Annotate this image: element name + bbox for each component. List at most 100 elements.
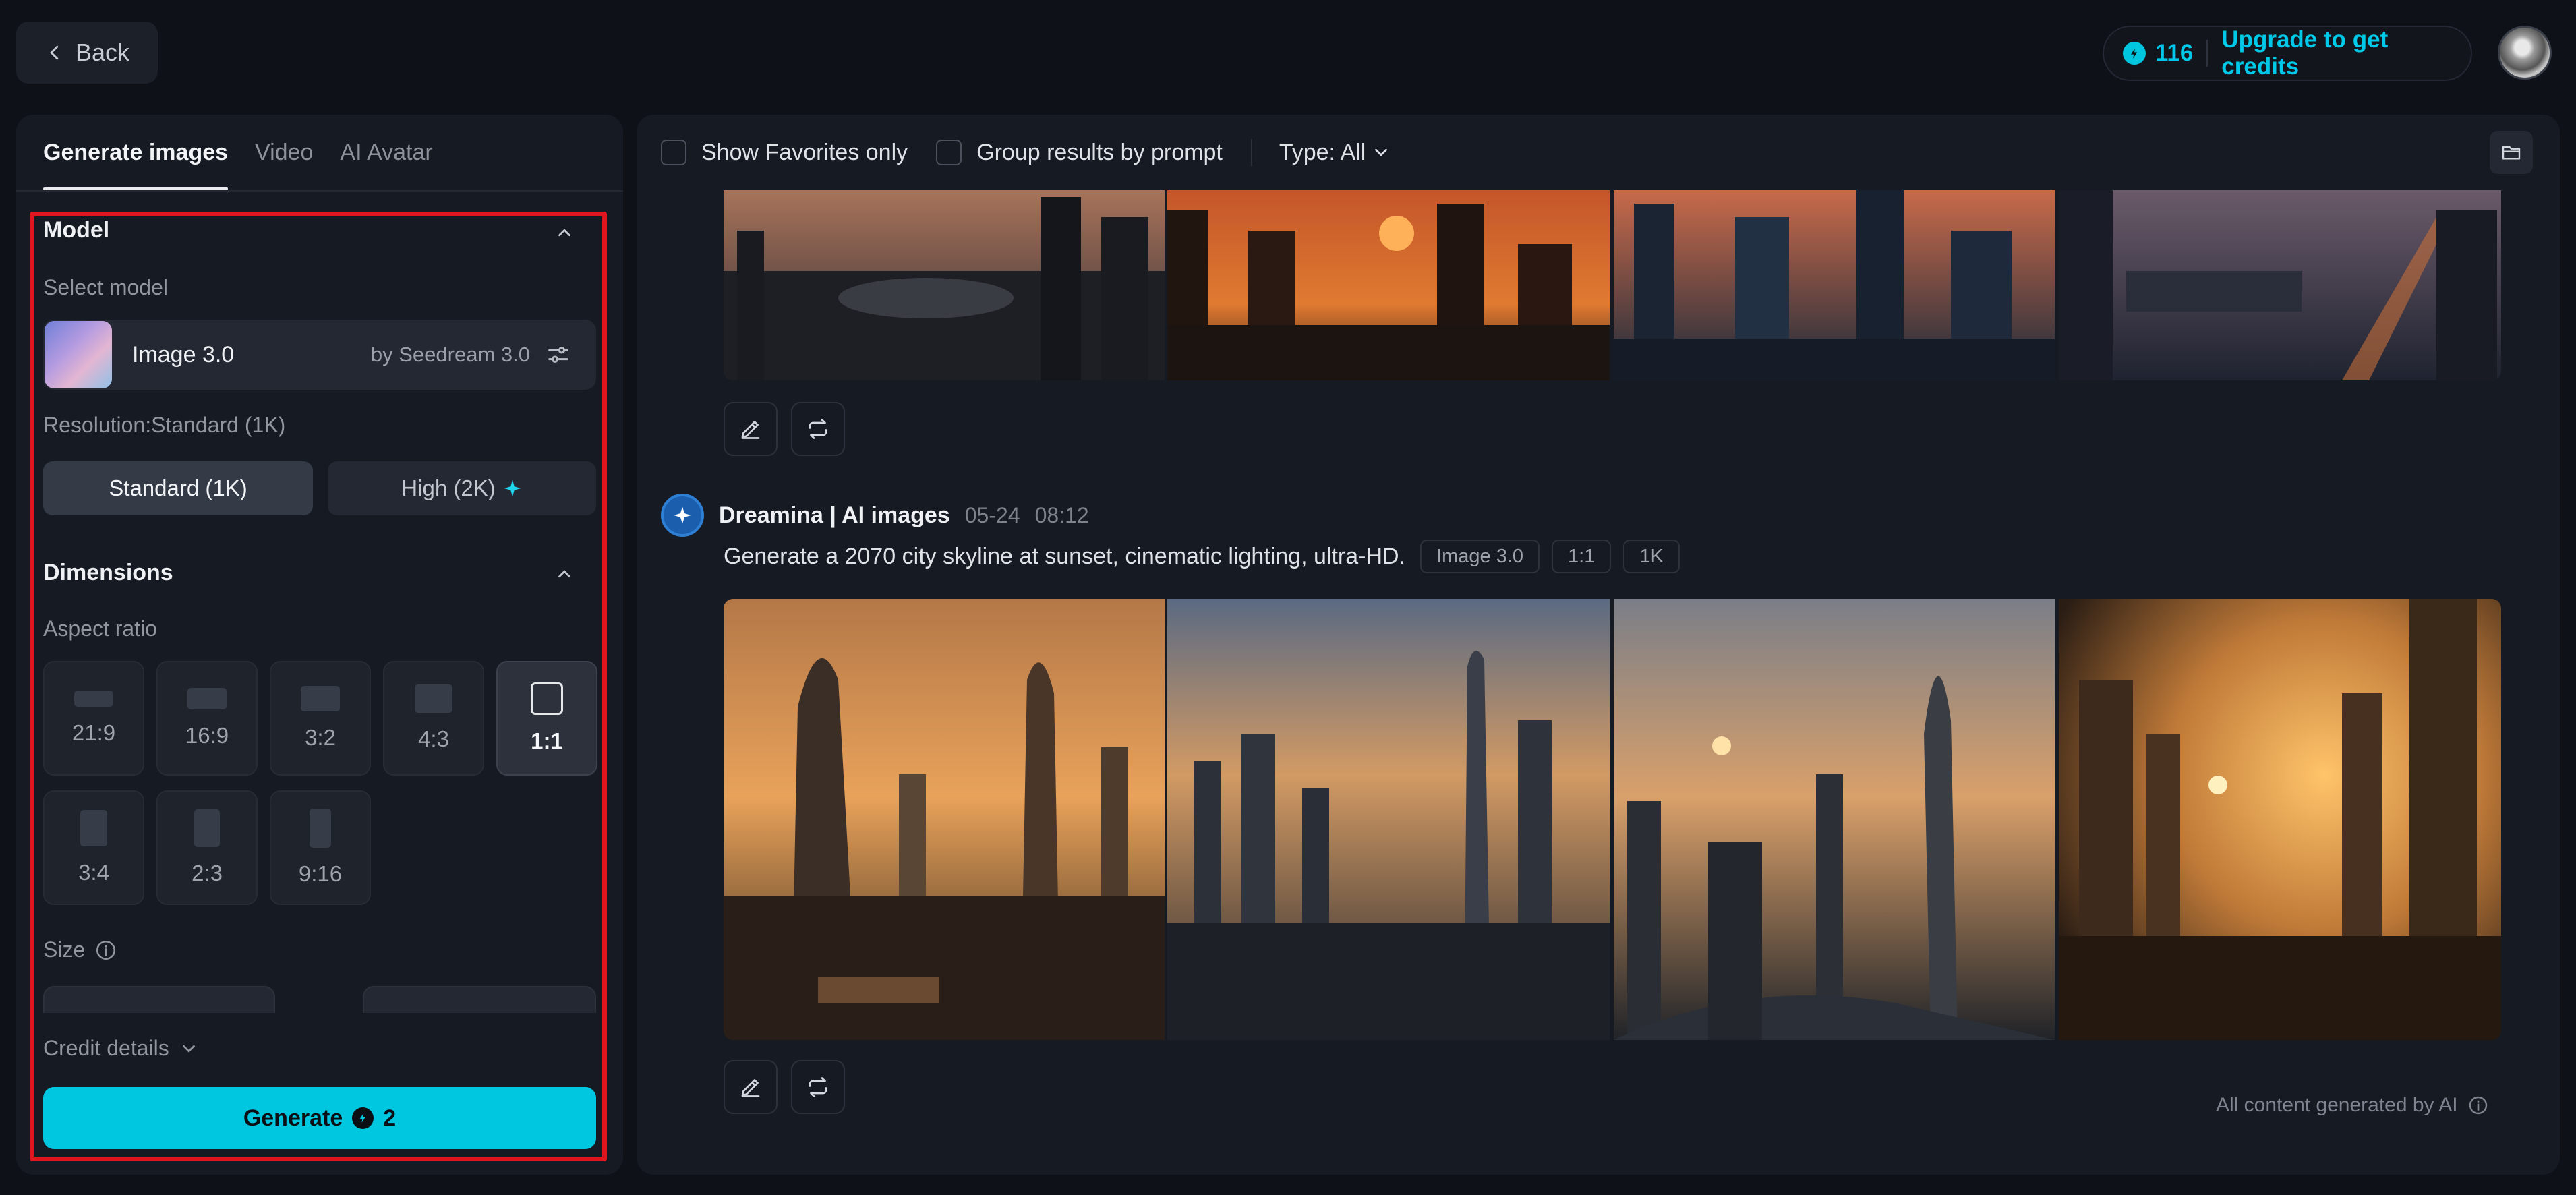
info-icon[interactable] xyxy=(2467,1095,2489,1116)
folder-icon xyxy=(2502,146,2521,160)
toolbar-divider xyxy=(1250,139,1252,166)
result-image[interactable] xyxy=(1167,599,1610,1040)
city-image xyxy=(2059,599,2501,1040)
ratio-shape-icon xyxy=(310,809,331,848)
generation-header: Dreamina | AI images 05-24 08:12 xyxy=(661,494,1089,537)
user-avatar[interactable] xyxy=(2498,26,2552,80)
edit-button[interactable] xyxy=(724,402,778,456)
aspect-ratio-label: Aspect ratio xyxy=(43,616,157,641)
aspect-ratio-1-1[interactable]: 1:1 xyxy=(496,661,597,776)
model-name: Image 3.0 xyxy=(132,341,235,368)
credits-count: 116 xyxy=(2155,40,2194,66)
favorites-checkbox[interactable] xyxy=(661,140,686,165)
back-button[interactable]: Back xyxy=(16,22,158,84)
result-image[interactable] xyxy=(2059,190,2501,380)
chevron-up-icon[interactable] xyxy=(554,223,575,243)
size-width-input[interactable] xyxy=(43,986,275,1013)
regenerate-button[interactable] xyxy=(791,402,845,456)
result-image[interactable] xyxy=(1614,599,2055,1040)
size-height-input[interactable] xyxy=(363,986,596,1013)
city-image xyxy=(724,190,1165,380)
ratio-label: 21:9 xyxy=(71,720,116,745)
tab-video[interactable]: Video xyxy=(255,115,313,190)
prompt-text[interactable]: Generate a 2070 city skyline at sunset, … xyxy=(724,544,1405,570)
result-image[interactable] xyxy=(2059,599,2501,1040)
mode-tabs: Generate images Video AI Avatar xyxy=(43,115,433,190)
resolution-high-button[interactable]: High (2K) xyxy=(328,461,596,515)
city-image xyxy=(1614,599,2055,1040)
ratio-label: 9:16 xyxy=(298,861,343,886)
generate-button[interactable]: Generate 2 xyxy=(43,1087,596,1149)
sparkle-icon xyxy=(504,479,521,497)
aspect-ratio-21-9[interactable]: 21:9 xyxy=(43,661,144,776)
aspect-ratio-3-2[interactable]: 3:2 xyxy=(270,661,371,776)
size-header: Size xyxy=(43,937,117,962)
tab-ai-avatar[interactable]: AI Avatar xyxy=(340,115,432,190)
edit-button[interactable] xyxy=(724,1060,778,1114)
aspect-ratio-2-3[interactable]: 2:3 xyxy=(156,790,258,905)
credit-details-label: Credit details xyxy=(43,1036,169,1060)
settings-sliders-icon[interactable] xyxy=(545,341,572,368)
chevron-left-icon xyxy=(50,45,59,60)
ratio-label: 3:4 xyxy=(78,860,109,885)
group-filter[interactable]: Group results by prompt xyxy=(936,140,1223,166)
favorites-label: Show Favorites only xyxy=(701,139,908,165)
result-image[interactable] xyxy=(724,599,1165,1040)
city-image xyxy=(2059,190,2501,380)
ratio-shape-icon xyxy=(74,691,113,707)
chevron-down-icon xyxy=(182,1045,195,1053)
type-filter-label: Type: All xyxy=(1279,139,1366,165)
ratio-label: 3:2 xyxy=(305,725,336,750)
city-image xyxy=(724,599,1165,1040)
regenerate-button[interactable] xyxy=(791,1060,845,1114)
pill-divider xyxy=(2206,40,2208,67)
group-label: Group results by prompt xyxy=(976,139,1223,165)
aspect-ratio-3-4[interactable]: 3:4 xyxy=(43,790,144,905)
resolution-label: Resolution:Standard (1K) xyxy=(43,413,286,437)
dreamina-logo-icon xyxy=(661,494,704,537)
model-provider: by Seedream 3.0 xyxy=(370,343,530,366)
ratio-shape-icon xyxy=(80,810,107,846)
aspect-ratio-16-9[interactable]: 16:9 xyxy=(156,661,258,776)
pencil-icon xyxy=(741,1079,760,1097)
info-icon[interactable] xyxy=(94,939,117,962)
credit-details-toggle[interactable]: Credit details xyxy=(43,1036,199,1061)
pencil-icon xyxy=(741,421,760,439)
ratio-label: 2:3 xyxy=(192,861,223,885)
model-thumbnail xyxy=(45,321,112,388)
ratio-label: 16:9 xyxy=(185,723,229,748)
ai-disclaimer-text: All content generated by AI xyxy=(2216,1094,2458,1116)
credits-pill[interactable]: 116 Upgrade to get credits xyxy=(2103,26,2472,81)
tab-generate-images[interactable]: Generate images xyxy=(43,115,229,190)
folder-button[interactable] xyxy=(2490,131,2533,174)
favorites-filter[interactable]: Show Favorites only xyxy=(661,140,908,166)
dimensions-section-title: Dimensions xyxy=(43,560,173,585)
repeat-icon xyxy=(809,1077,827,1097)
result-image[interactable] xyxy=(1167,190,1610,380)
size-label: Size xyxy=(43,937,86,962)
chevron-up-icon[interactable] xyxy=(554,564,575,584)
generation-date: 05-24 xyxy=(964,502,1020,527)
result-image[interactable] xyxy=(1614,190,2055,380)
upgrade-link[interactable]: Upgrade to get credits xyxy=(2221,26,2471,80)
results-toolbar: Show Favorites only Group results by pro… xyxy=(637,115,2560,190)
ratio-shape-icon xyxy=(301,686,340,711)
ratio-tag: 1:1 xyxy=(1552,540,1612,573)
ratio-label: 4:3 xyxy=(418,726,449,751)
model-section-title: Model xyxy=(43,217,110,243)
ratio-shape-icon xyxy=(187,688,227,709)
resolution-high-label: High (2K) xyxy=(401,475,496,500)
generation-author: Dreamina | AI images xyxy=(719,502,950,528)
ratio-shape-icon xyxy=(194,809,220,847)
prompt-row: Generate a 2070 city skyline at sunset, … xyxy=(724,540,1680,573)
chevron-down-icon xyxy=(1375,148,1388,156)
aspect-ratio-9-16[interactable]: 9:16 xyxy=(270,790,371,905)
aspect-ratio-4-3[interactable]: 4:3 xyxy=(383,661,484,776)
group-checkbox[interactable] xyxy=(936,140,962,165)
back-label: Back xyxy=(76,38,130,66)
result-image[interactable] xyxy=(724,190,1165,380)
model-selector[interactable]: Image 3.0 by Seedream 3.0 xyxy=(43,320,596,390)
resolution-standard-button[interactable]: Standard (1K) xyxy=(43,461,313,515)
type-filter-dropdown[interactable]: Type: All xyxy=(1279,140,1392,166)
generation-time: 08:12 xyxy=(1034,502,1089,527)
